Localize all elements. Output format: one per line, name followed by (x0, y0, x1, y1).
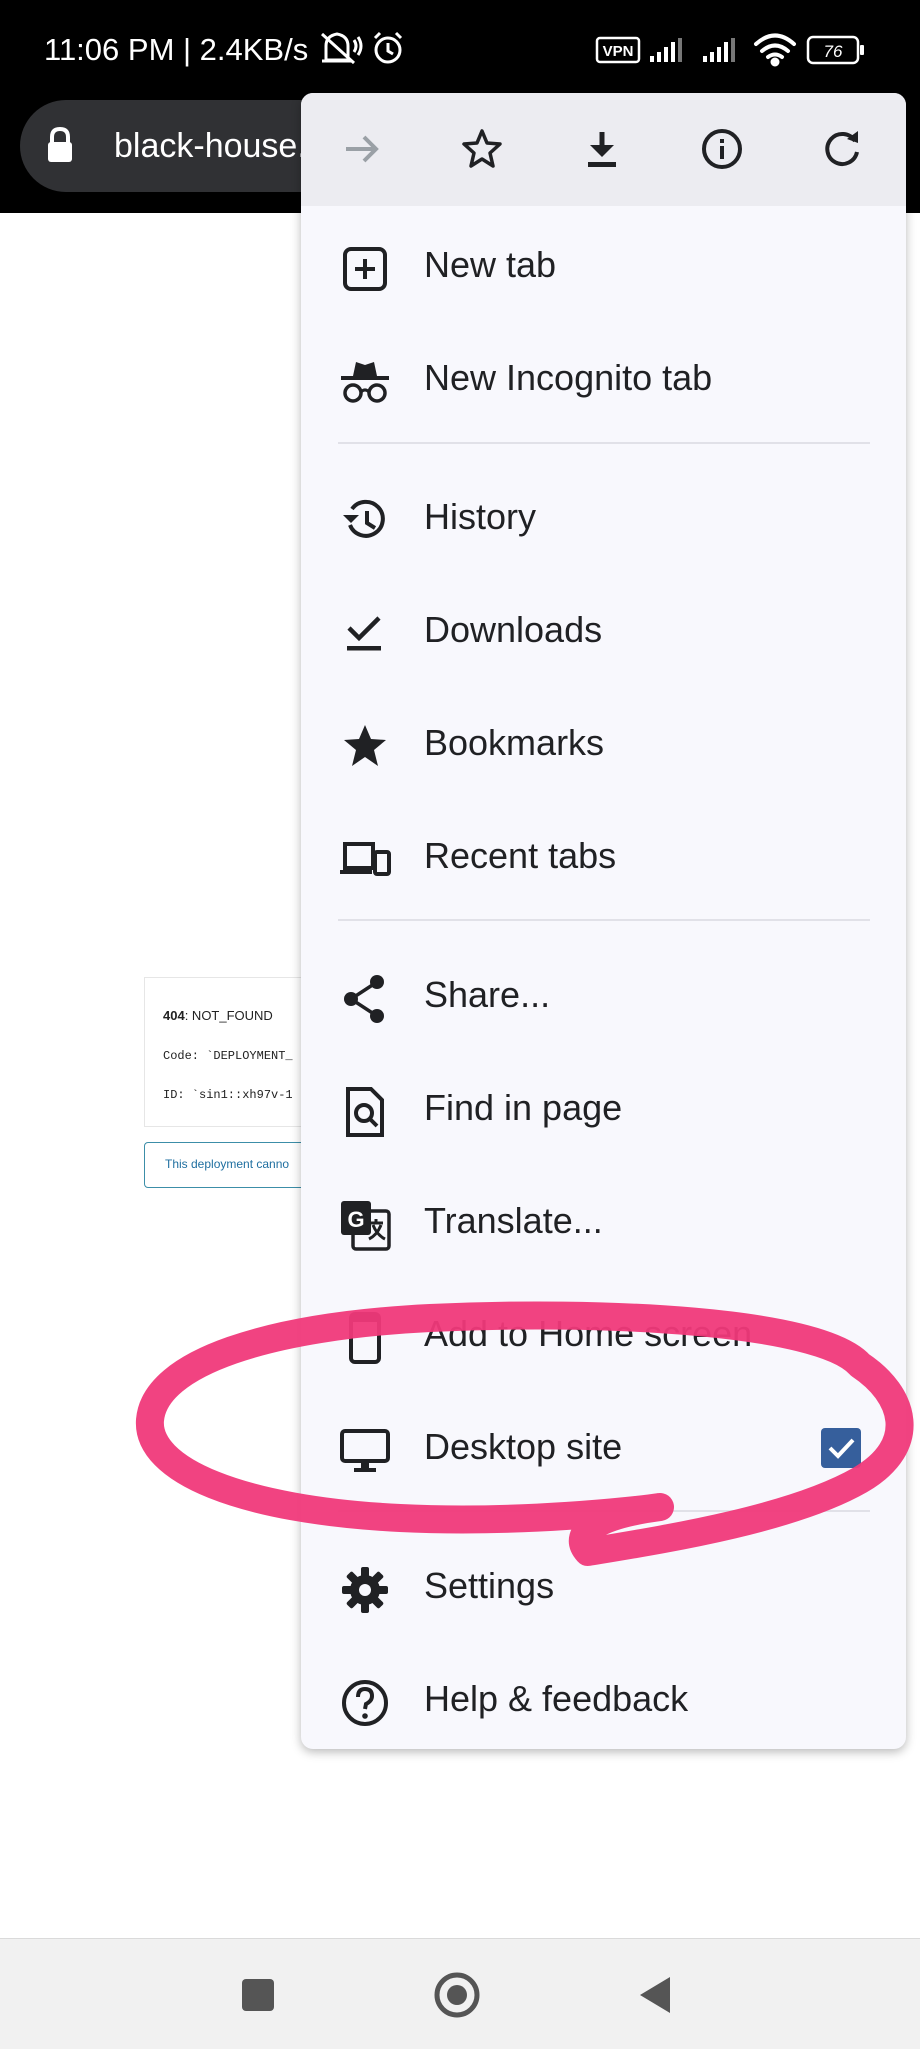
menu-item-history[interactable]: History (301, 465, 906, 565)
home-button[interactable] (427, 1965, 487, 2025)
menu-item-label: Downloads (424, 609, 603, 650)
gear-icon (342, 1567, 388, 1613)
alarm-icon (373, 31, 403, 64)
error-code-line: Code: `DEPLOYMENT_ (163, 1049, 293, 1063)
menu-item-label: History (424, 496, 537, 537)
android-nav-bar (0, 1938, 920, 2049)
menu-divider (338, 919, 870, 921)
menu-item-share[interactable]: Share... (301, 943, 906, 1043)
star-icon (344, 725, 386, 766)
error-id-line: ID: `sin1::xh97v-1 (163, 1088, 293, 1102)
battery-level: 76 (824, 42, 843, 61)
bookmark-button[interactable] (446, 113, 518, 185)
overflow-menu: New tab New Incognito tab History Downlo… (301, 93, 906, 1749)
menu-item-downloads[interactable]: Downloads (301, 578, 906, 678)
menu-action-bar (301, 93, 906, 206)
menu-item-label: Share... (424, 974, 551, 1015)
menu-item-bookmarks[interactable]: Bookmarks (301, 691, 906, 791)
page-info-button[interactable] (686, 113, 758, 185)
triangle-back-icon (640, 1977, 670, 2013)
menu-item-label: Find in page (424, 1087, 623, 1128)
find-in-page-icon (346, 1087, 384, 1137)
menu-item-label: Recent tabs (424, 835, 617, 876)
bookmark-star-icon (462, 129, 502, 168)
signal-icon (703, 38, 735, 62)
status-icons: VPN 76 (320, 31, 864, 67)
translate-icon: G (341, 1201, 391, 1251)
menu-item-label: Translate... (424, 1200, 603, 1241)
menu-item-new-tab[interactable]: New tab (301, 213, 906, 313)
circle-home-icon (434, 1972, 480, 2018)
wifi-icon (754, 33, 796, 67)
menu-item-recent-tabs[interactable]: Recent tabs (301, 804, 906, 904)
menu-item-label: New Incognito tab (424, 357, 713, 398)
menu-item-new-incognito-tab[interactable]: New Incognito tab (301, 326, 906, 426)
error-code: 404 (163, 1008, 185, 1023)
menu-divider (338, 442, 870, 444)
svg-text:G: G (347, 1207, 364, 1232)
history-icon (343, 499, 385, 538)
signal-icon (650, 38, 682, 62)
menu-item-desktop-site[interactable]: Desktop site (301, 1395, 906, 1495)
menu-item-label: Settings (424, 1565, 555, 1606)
forward-icon (346, 135, 379, 163)
desktop-site-checkbox[interactable] (821, 1428, 861, 1468)
add-to-home-icon (349, 1312, 381, 1364)
download-page-button[interactable] (566, 113, 638, 185)
menu-item-help-feedback[interactable]: Help & feedback (301, 1647, 906, 1747)
back-button[interactable] (626, 1965, 686, 2025)
menu-item-settings[interactable]: Settings (301, 1534, 906, 1634)
menu-item-label: Add to Home screen (424, 1313, 753, 1354)
url-text: black-house. (114, 127, 307, 165)
menu-item-translate[interactable]: G Translate... (301, 1169, 906, 1269)
menu-item-find-in-page[interactable]: Find in page (301, 1056, 906, 1156)
error-name: : NOT_FOUND (184, 1008, 273, 1023)
checkmark-icon (828, 1438, 855, 1459)
download-icon (588, 132, 616, 167)
plus-box-icon (343, 247, 387, 291)
help-icon (342, 1680, 388, 1726)
status-bar: 11:06 PM | 2.4KB/s VPN 76 (0, 0, 920, 100)
lock-icon (48, 126, 72, 162)
info-icon (702, 129, 742, 169)
menu-item-label: Bookmarks (424, 722, 605, 763)
reload-icon (825, 131, 859, 166)
square-recents-icon (242, 1979, 274, 2011)
recents-button[interactable] (228, 1965, 288, 2025)
menu-item-label: Help & feedback (424, 1678, 689, 1719)
vpn-label: VPN (603, 43, 634, 60)
menu-item-add-to-home-screen[interactable]: Add to Home screen (301, 1282, 906, 1382)
downloads-icon (347, 616, 381, 651)
devices-icon (340, 842, 391, 876)
menu-item-label: Desktop site (424, 1426, 623, 1467)
menu-item-label: New tab (424, 244, 557, 285)
share-icon (344, 975, 384, 1023)
reload-button[interactable] (806, 113, 878, 185)
deployment-notice-text: This deployment canno (165, 1157, 290, 1171)
menu-divider (338, 1510, 870, 1512)
monitor-icon (340, 1429, 390, 1472)
incognito-icon (341, 362, 389, 403)
forward-button[interactable] (326, 113, 398, 185)
error-heading: 404: NOT_FOUND (163, 1008, 273, 1023)
muted-bell-icon (320, 32, 363, 65)
